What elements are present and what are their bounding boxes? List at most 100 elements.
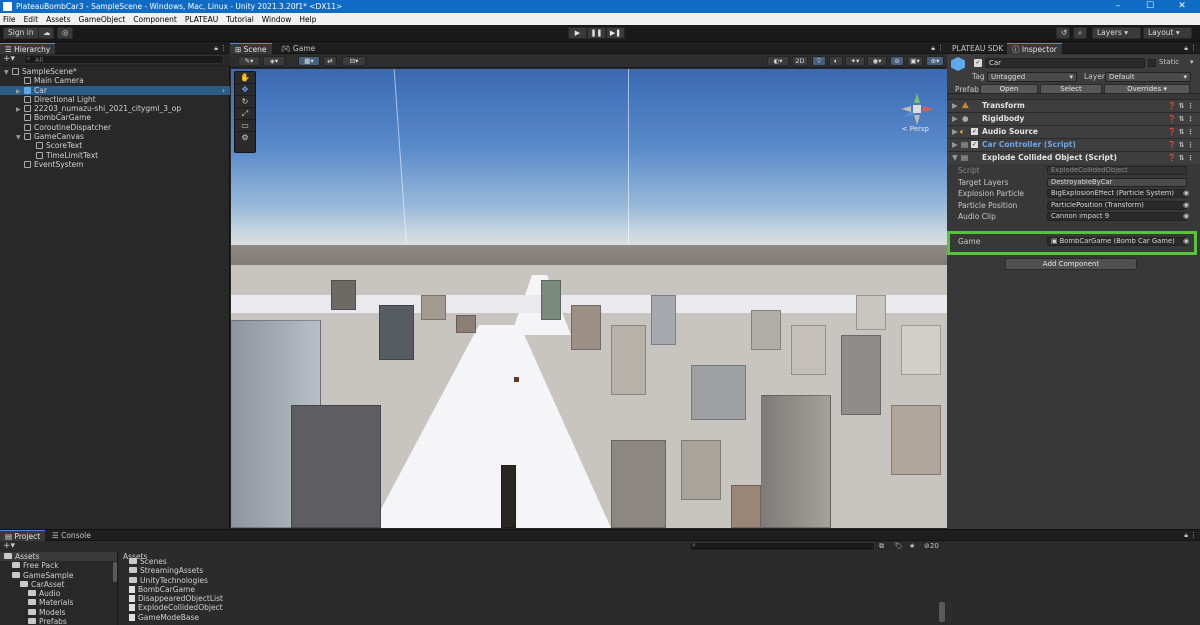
- hierarchy-item[interactable]: CoroutineDispatcher: [0, 123, 230, 132]
- scene-viewport[interactable]: ✋ ✥ ↻ ⤢ ▭ ⚙ < Persp: [231, 69, 947, 528]
- lock-icon[interactable]: 🔒︎: [214, 43, 218, 54]
- history-icon[interactable]: ↺: [1056, 27, 1070, 39]
- filter-label-icon[interactable]: 🏷︎: [894, 541, 903, 552]
- lock-icon[interactable]: 🔒︎: [1184, 43, 1188, 54]
- tab-hierarchy[interactable]: ☰ Hierarchy: [0, 43, 56, 54]
- rotate-tool-icon[interactable]: ↻: [235, 96, 255, 108]
- shading-dropdown[interactable]: ◈▾: [263, 56, 285, 66]
- project-folder-item[interactable]: Prefabs: [0, 617, 117, 625]
- property-value-field[interactable]: ParticlePosition (Transform): [1047, 200, 1187, 210]
- active-checkbox[interactable]: ✓: [974, 59, 982, 67]
- project-file-item[interactable]: GameModeBase: [129, 613, 223, 622]
- hierarchy-item[interactable]: ▼ SampleScene*: [0, 67, 230, 76]
- scene-visibility-icon[interactable]: ◉▾: [867, 56, 887, 66]
- menu-plateau[interactable]: PLATEAU: [185, 15, 218, 24]
- project-file-item[interactable]: UnityTechnologies: [129, 576, 223, 585]
- kebab-menu-icon[interactable]: ⋮: [1190, 43, 1197, 54]
- hierarchy-item[interactable]: EventSystem: [0, 160, 230, 169]
- play-button[interactable]: ▶: [568, 27, 587, 39]
- project-folder-item[interactable]: CarAsset: [0, 580, 117, 589]
- menu-component[interactable]: Component: [133, 15, 177, 24]
- tab-game[interactable]: 🎮︎ Game: [276, 43, 320, 54]
- tab-plateau-sdk[interactable]: PLATEAU SDK: [947, 43, 1008, 54]
- effects-dropdown[interactable]: ✦▾: [845, 56, 865, 66]
- hierarchy-search-input[interactable]: All: [24, 55, 224, 64]
- component-menu-icons[interactable]: ❓ ⇅ ⋮: [1168, 139, 1194, 151]
- render-mode-dropdown[interactable]: ◐▾: [767, 56, 789, 66]
- maximize-icon[interactable]: ☐: [1134, 0, 1166, 13]
- kebab-menu-icon[interactable]: ⋮: [220, 43, 227, 54]
- component-menu-icons[interactable]: ❓ ⇅ ⋮: [1168, 113, 1194, 125]
- view-tool-icon[interactable]: ✋: [235, 72, 255, 84]
- filter-type-icon[interactable]: ⧉: [879, 541, 884, 552]
- component-explode-collided-object[interactable]: ▼ ▤ Explode Collided Object (Script) ❓ ⇅…: [947, 151, 1200, 164]
- minimize-icon[interactable]: –: [1102, 0, 1134, 13]
- static-checkbox[interactable]: [1148, 59, 1156, 67]
- object-picker-icon[interactable]: ◉: [1183, 200, 1189, 211]
- add-asset-icon[interactable]: +▾: [3, 541, 15, 552]
- layers-dropdown[interactable]: Layers ▾: [1092, 27, 1141, 39]
- menu-assets[interactable]: Assets: [46, 15, 70, 24]
- toggle-2d-button[interactable]: 2D: [792, 56, 808, 66]
- prefab-overrides-button[interactable]: Overrides ▾: [1104, 84, 1190, 94]
- menu-help[interactable]: Help: [299, 15, 316, 24]
- component-menu-icons[interactable]: ❓ ⇅ ⋮: [1168, 100, 1194, 112]
- tab-inspector[interactable]: ⓘ Inspector: [1007, 43, 1062, 54]
- project-folder-item[interactable]: GameSample: [0, 571, 117, 580]
- hierarchy-item[interactable]: ScoreText: [0, 141, 230, 150]
- collab-icon[interactable]: ◎: [57, 27, 73, 39]
- hidden-packages-icon[interactable]: ⊘20: [924, 541, 939, 552]
- prefab-select-button[interactable]: Select: [1040, 84, 1102, 94]
- close-icon[interactable]: ✕: [1166, 0, 1198, 13]
- scrollbar[interactable]: [113, 562, 117, 582]
- scale-tool-icon[interactable]: ⤢: [235, 108, 255, 120]
- component-transform[interactable]: ▶ ⟁ Transform ❓ ⇅ ⋮: [947, 99, 1200, 112]
- property-value-field[interactable]: BigExplosionEffect (Particle System): [1047, 189, 1187, 198]
- camera-icon[interactable]: ▣▾: [907, 56, 923, 66]
- component-rigidbody[interactable]: ▶ ● Rigidbody ❓ ⇅ ⋮: [947, 112, 1200, 125]
- hierarchy-item[interactable]: Main Camera: [0, 76, 230, 85]
- kebab-menu-icon[interactable]: ⋮: [1190, 530, 1197, 541]
- hierarchy-item[interactable]: ▶ 22203_numazu-shi_2021_citygml_3_op: [0, 104, 230, 113]
- component-menu-icons[interactable]: ❓ ⇅ ⋮: [1168, 152, 1194, 164]
- lock-icon[interactable]: 🔒︎: [1184, 530, 1188, 541]
- gizmos-dropdown[interactable]: ⊕▾: [926, 56, 944, 66]
- step-button[interactable]: ▶❚: [606, 27, 625, 39]
- rect-tool-icon[interactable]: ▭: [235, 120, 255, 132]
- project-folder-item[interactable]: Models: [0, 608, 117, 617]
- favorite-icon[interactable]: ★: [909, 541, 915, 552]
- object-name-field[interactable]: Car: [985, 58, 1145, 68]
- add-component-button[interactable]: Add Component: [1005, 258, 1137, 270]
- lighting-icon[interactable]: 💡︎: [812, 56, 826, 66]
- component-audio-source[interactable]: ▶ 🔈︎ ✓ Audio Source ❓ ⇅ ⋮: [947, 125, 1200, 138]
- layer-dropdown[interactable]: Default ▾: [1105, 72, 1191, 82]
- menu-gameobject[interactable]: GameObject: [79, 15, 126, 24]
- lock-icon[interactable]: 🔒︎: [931, 43, 935, 54]
- property-value-field[interactable]: ExplodeCollidedObject: [1047, 166, 1187, 175]
- increment-snap-icon[interactable]: ⇄: [323, 56, 337, 66]
- move-tool-icon[interactable]: ✥: [235, 84, 255, 96]
- audio-icon[interactable]: 🔈︎: [829, 56, 843, 66]
- component-menu-icons[interactable]: ❓ ⇅ ⋮: [1168, 126, 1194, 138]
- add-icon[interactable]: +▾: [3, 54, 15, 65]
- menu-tutorial[interactable]: Tutorial: [226, 15, 254, 24]
- transform-tool-icon[interactable]: ⚙: [235, 132, 255, 144]
- hierarchy-item[interactable]: BombCarGame: [0, 113, 230, 122]
- hierarchy-item[interactable]: TimeLimitText: [0, 151, 230, 160]
- scrollbar[interactable]: [939, 602, 945, 622]
- object-picker-icon[interactable]: ◉: [1183, 188, 1189, 199]
- grid-snap-dropdown[interactable]: ▦▾: [298, 56, 320, 66]
- project-folder-item[interactable]: Assets: [0, 552, 117, 562]
- project-file-item[interactable]: DisappearedObjectList: [129, 594, 223, 603]
- hidden-objects-icon[interactable]: ⊘: [890, 56, 904, 66]
- object-picker-icon[interactable]: ◉: [1183, 211, 1189, 222]
- layout-dropdown[interactable]: Layout ▾: [1143, 27, 1192, 39]
- project-file-item[interactable]: ExplodeCollidedObject: [129, 603, 223, 612]
- project-folder-item[interactable]: Free Pack: [0, 561, 117, 570]
- hierarchy-item[interactable]: ▶ Car ›: [0, 85, 230, 95]
- property-value-field[interactable]: Cannon impact 9: [1047, 212, 1187, 221]
- draw-mode-dropdown[interactable]: ✎▾: [238, 56, 260, 66]
- search-icon[interactable]: ⌕: [1073, 27, 1087, 39]
- menu-edit[interactable]: Edit: [24, 15, 39, 24]
- menu-window[interactable]: Window: [262, 15, 292, 24]
